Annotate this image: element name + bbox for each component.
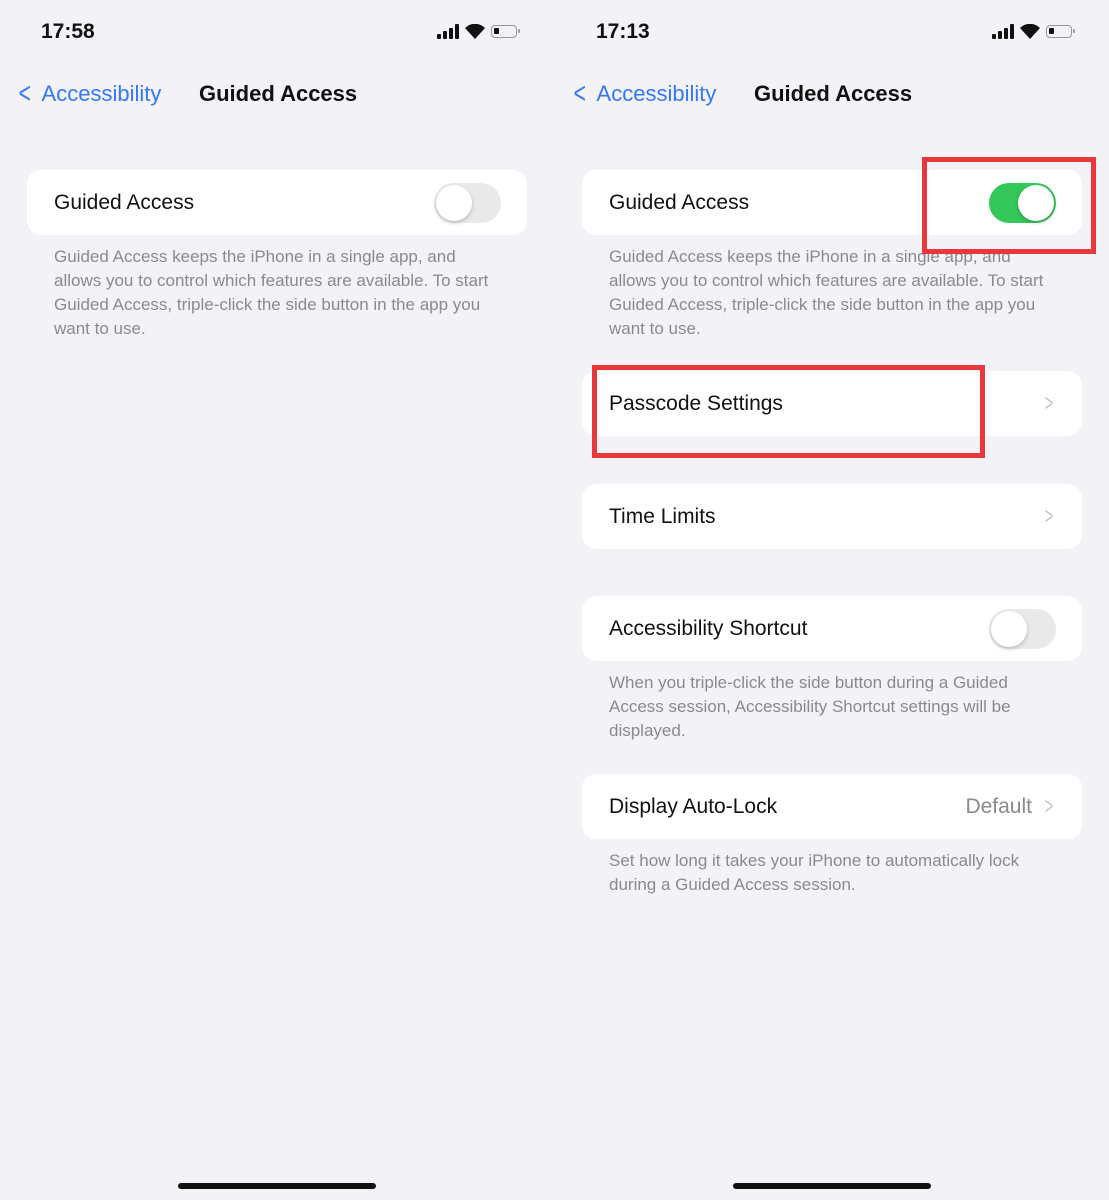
time-limits-label: Time Limits — [609, 504, 716, 528]
right-screen: 17:13 < Accessibility Guided Access Guide… — [555, 0, 1109, 1200]
highlight-passcode-box — [592, 365, 985, 458]
guided-access-footer: Guided Access keeps the iPhone in a sing… — [54, 247, 489, 338]
guided-access-footer: Guided Access keeps the iPhone in a sing… — [609, 247, 1044, 338]
signal-icon — [992, 24, 1014, 39]
accessibility-shortcut-row: Accessibility Shortcut — [582, 596, 1082, 661]
time-limits-row[interactable]: Time Limits > — [582, 484, 1082, 549]
home-indicator — [733, 1183, 931, 1189]
page-title: Guided Access — [199, 81, 358, 106]
battery-icon — [491, 25, 520, 38]
signal-icon — [437, 24, 459, 39]
home-indicator — [178, 1183, 376, 1189]
chevron-right-icon: > — [1044, 502, 1054, 530]
chevron-left-icon: < — [573, 77, 586, 110]
guided-access-label: Guided Access — [54, 190, 195, 214]
display-auto-lock-row[interactable]: Display Auto-Lock Default > — [582, 774, 1082, 839]
chevron-left-icon: < — [18, 77, 31, 110]
wifi-icon — [1020, 24, 1040, 39]
guided-access-toggle[interactable] — [434, 182, 501, 223]
accessibility-shortcut-footer: When you triple-click the side button du… — [609, 673, 1011, 740]
chevron-right-icon: > — [1044, 389, 1054, 417]
accessibility-shortcut-label: Accessibility Shortcut — [609, 616, 808, 640]
guided-access-row: Guided Access — [27, 170, 527, 235]
display-auto-lock-footer: Set how long it takes your iPhone to aut… — [609, 851, 1020, 894]
back-label: Accessibility — [596, 81, 717, 106]
battery-icon — [1046, 25, 1075, 38]
back-button[interactable]: < Accessibility — [571, 77, 717, 110]
back-label: Accessibility — [41, 81, 162, 106]
display-auto-lock-value: Default — [965, 794, 1032, 818]
status-icons — [992, 24, 1075, 39]
accessibility-shortcut-toggle[interactable] — [989, 608, 1056, 649]
status-time: 17:58 — [41, 20, 95, 43]
back-button[interactable]: < Accessibility — [16, 77, 162, 110]
chevron-right-icon: > — [1044, 792, 1054, 820]
highlight-toggle-box — [922, 157, 1096, 254]
left-screen: 17:58 < Accessibility Guided Access Guide… — [0, 0, 554, 1200]
page-title: Guided Access — [754, 81, 913, 106]
wifi-icon — [465, 24, 485, 39]
status-icons — [437, 24, 520, 39]
status-time: 17:13 — [596, 20, 650, 43]
display-auto-lock-label: Display Auto-Lock — [609, 794, 778, 818]
